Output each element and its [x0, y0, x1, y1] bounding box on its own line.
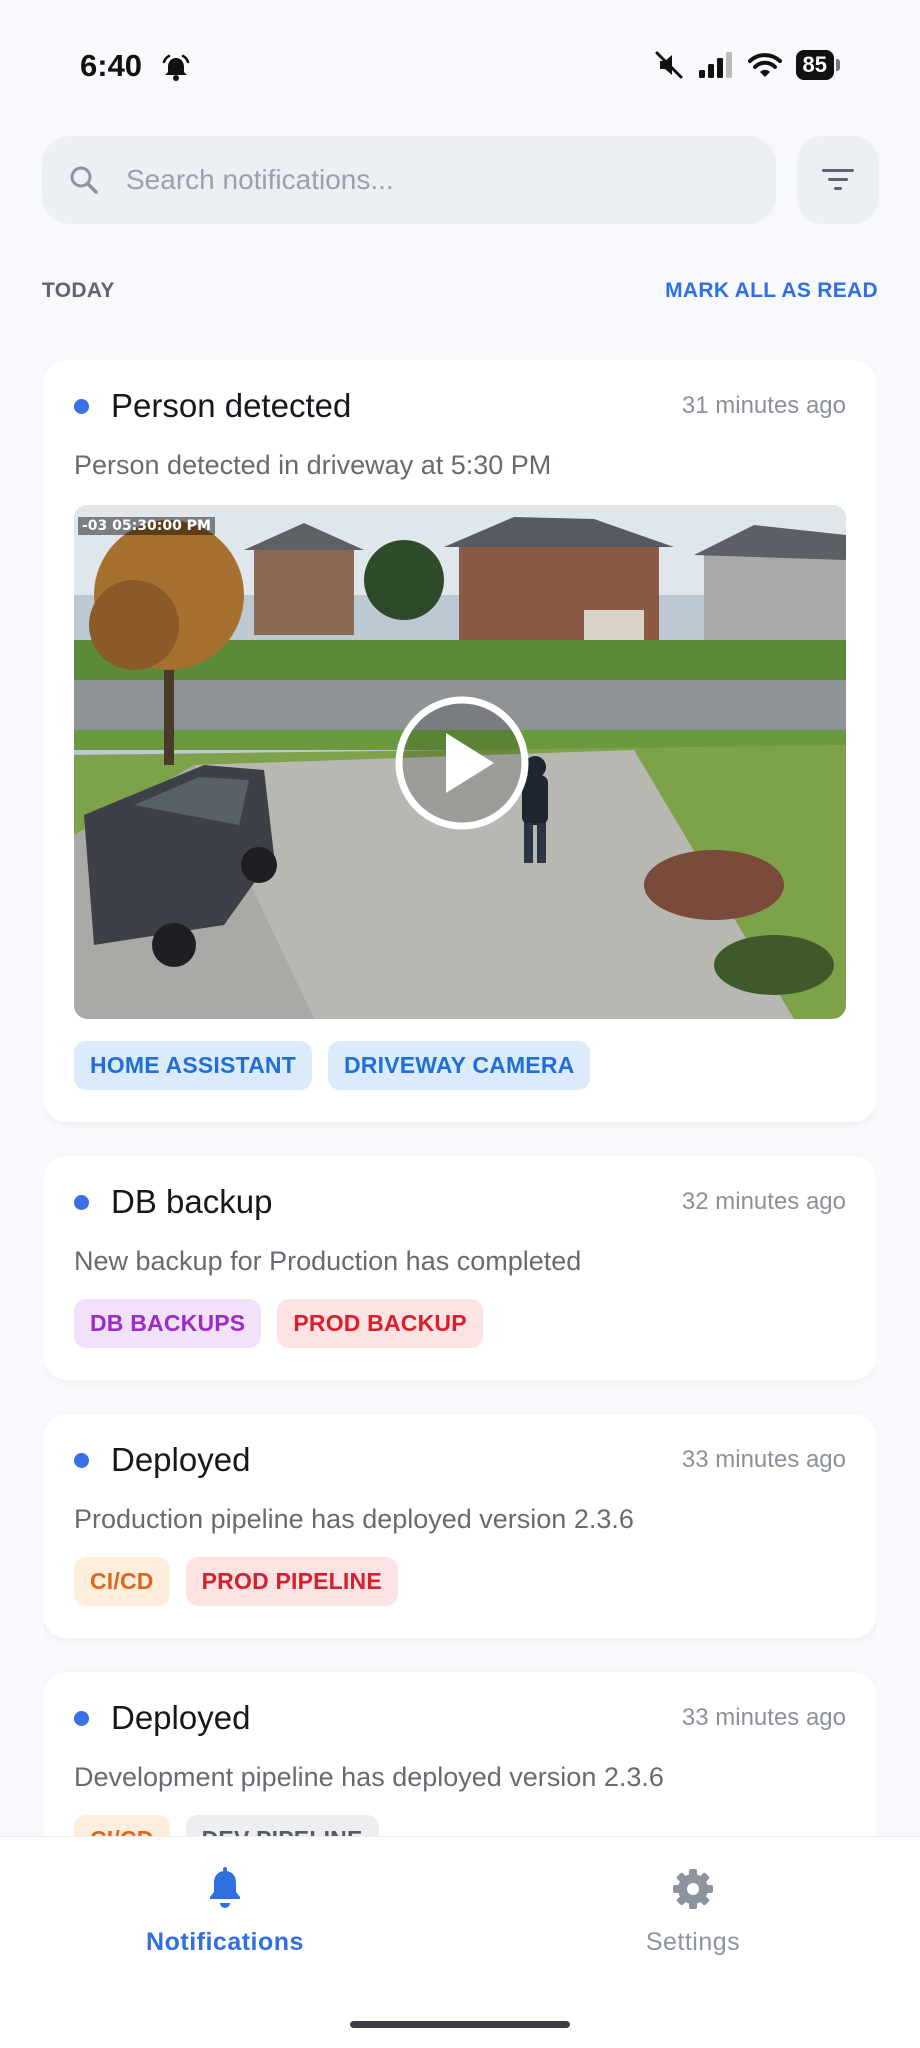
tag-chip[interactable]: HOME ASSISTANT — [74, 1041, 312, 1090]
notification-card[interactable]: Person detected 31 minutes ago Person de… — [44, 360, 876, 1122]
wifi-icon — [747, 53, 782, 77]
notification-feed[interactable]: Person detected 31 minutes ago Person de… — [44, 360, 876, 1836]
notification-body: New backup for Production has completed — [74, 1246, 582, 1276]
filter-button[interactable] — [797, 136, 879, 224]
section-label-today: TODAY — [42, 279, 115, 302]
filter-icon — [822, 169, 854, 190]
tag-chip[interactable]: DB BACKUPS — [74, 1299, 262, 1348]
notification-title: Deployed — [111, 1441, 251, 1478]
bottom-nav: Notifications Settings — [0, 1836, 920, 2048]
tag-list: HOME ASSISTANT DRIVEWAY CAMERA — [74, 1041, 846, 1090]
tag-chip[interactable]: PROD BACKUP — [277, 1299, 483, 1348]
unread-dot — [74, 1194, 89, 1210]
notification-card[interactable]: Deployed 33 minutes ago Production pipel… — [44, 1414, 876, 1638]
status-bar: 6:40 85 — [0, 0, 920, 120]
tag-chip[interactable]: CI/CD — [74, 1815, 170, 1836]
notification-time: 32 minutes ago — [681, 1188, 846, 1215]
nav-label-notifications: Notifications — [146, 1928, 304, 1956]
notification-body: Production pipeline has deployed version… — [74, 1504, 634, 1534]
notification-title: Deployed — [111, 1699, 251, 1736]
battery-indicator: 85 — [795, 50, 840, 80]
battery-level: 85 — [795, 50, 834, 80]
unread-dot — [74, 398, 89, 414]
tag-list: DB BACKUPS PROD BACKUP — [74, 1299, 846, 1348]
signal-icon — [698, 52, 732, 78]
nav-item-settings[interactable]: Settings — [573, 1867, 813, 1957]
notification-title: Person detected — [111, 387, 352, 424]
tag-chip[interactable]: DRIVEWAY CAMERA — [327, 1041, 591, 1090]
unread-dot — [74, 1710, 89, 1726]
notification-card[interactable]: Deployed 33 minutes ago Development pipe… — [44, 1672, 876, 1836]
unread-dot — [74, 1452, 89, 1468]
home-indicator[interactable] — [350, 2021, 570, 2028]
notification-body: Development pipeline has deployed versio… — [74, 1762, 664, 1792]
search-bar[interactable] — [42, 136, 776, 224]
nav-label-settings: Settings — [645, 1928, 741, 1956]
notification-body: Person detected in driveway at 5:30 PM — [74, 450, 552, 480]
play-icon[interactable] — [392, 693, 532, 833]
tag-list: CI/CD DEV PIPELINE — [74, 1815, 846, 1836]
gear-icon — [673, 1869, 713, 1909]
mute-icon — [655, 51, 683, 79]
video-thumbnail[interactable]: -03 05:30:00 PM — [74, 505, 846, 1019]
alarm-icon — [162, 54, 190, 81]
search-icon — [70, 166, 98, 194]
status-time: 6:40 — [80, 48, 143, 83]
notification-card[interactable]: DB backup 32 minutes ago New backup for … — [44, 1156, 876, 1380]
tag-chip[interactable]: DEV PIPELINE — [185, 1815, 379, 1836]
tag-chip[interactable]: CI/CD — [74, 1557, 170, 1606]
battery-cap — [836, 59, 840, 71]
nav-item-notifications[interactable]: Notifications — [105, 1867, 345, 1957]
notification-time: 33 minutes ago — [681, 1704, 846, 1731]
video-timestamp: -03 05:30:00 PM — [78, 517, 215, 535]
notification-time: 31 minutes ago — [681, 392, 846, 419]
notification-title: DB backup — [111, 1183, 273, 1220]
notification-time: 33 minutes ago — [681, 1446, 846, 1473]
search-input[interactable] — [126, 164, 726, 196]
status-indicators: 85 — [654, 50, 840, 80]
tag-list: CI/CD PROD PIPELINE — [74, 1557, 846, 1606]
mark-all-read-button[interactable]: MARK ALL AS READ — [665, 279, 878, 303]
bell-icon — [210, 1867, 240, 1908]
tag-chip[interactable]: PROD PIPELINE — [185, 1557, 398, 1606]
